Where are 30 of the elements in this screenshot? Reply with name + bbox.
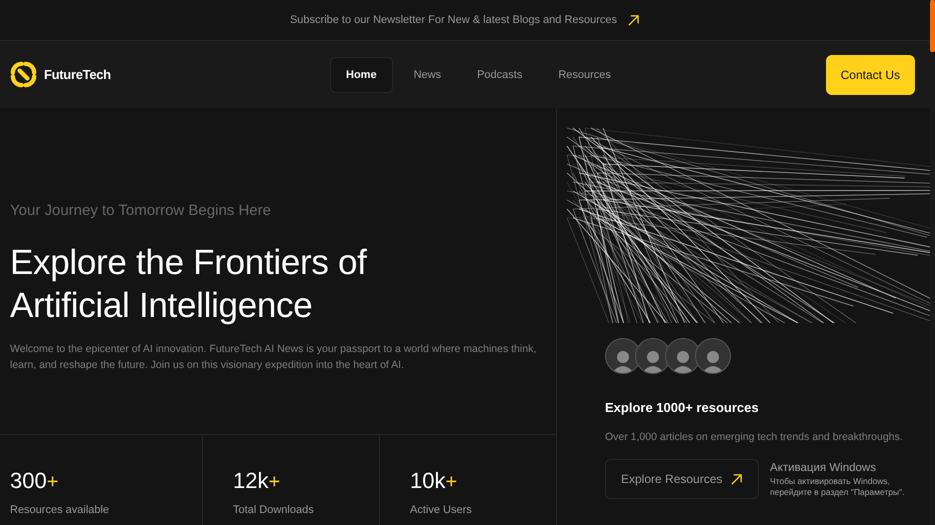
stat-value: 10k (410, 468, 446, 494)
panel-text: Over 1,000 articles on emerging tech trends and breakthroughs. (605, 431, 904, 443)
newsletter-banner-text[interactable]: Subscribe to our Newsletter For New & latest Blogs and Resources (290, 14, 618, 26)
nav-tab[interactable]: Resources (543, 56, 626, 92)
stat-value: 300 (10, 468, 47, 494)
hero-description: Welcome to the epicenter of AI innovation. FutureTech AI News is your passport to a world where machines think, learn, and reshape the future. Join us on this visionary expedition into the heart of AI. (10, 342, 538, 373)
plus-sign: + (445, 471, 458, 494)
panel-title: Explore 1000+ resources (605, 400, 760, 415)
contact-button[interactable]: Contact Us (826, 54, 915, 94)
arrow-icon (730, 472, 744, 486)
plus-sign: + (268, 471, 280, 494)
hero-title-line: Artificial Intelligence (10, 285, 312, 327)
nav-tab[interactable]: Home (330, 56, 393, 92)
logo-text[interactable]: FutureTech (44, 67, 111, 82)
activation-text: Чтобы активировать Windows, перейдите в раздел "Параметры". (770, 476, 906, 498)
arrow-icon (627, 14, 640, 26)
activation-title: Активация Windows (770, 462, 876, 474)
plus-sign: + (46, 471, 58, 494)
stat-label: Resources available (10, 504, 110, 516)
stat-label: Active Users (410, 504, 473, 516)
hero-title-line: Explore the Frontiers of (10, 242, 367, 284)
nav-tab[interactable]: Podcasts (462, 56, 538, 92)
explore-resources-button[interactable]: Explore Resources (605, 459, 760, 499)
hero-kicker: Your Journey to Tomorrow Begins Here (10, 202, 272, 219)
stat-value: 12k (233, 468, 268, 494)
stat-label: Total Downloads (233, 504, 315, 516)
nav-tab[interactable]: News (398, 56, 456, 92)
scrollbar[interactable] (930, 0, 935, 525)
avatar-icon (695, 338, 731, 374)
logo-icon (9, 60, 38, 89)
